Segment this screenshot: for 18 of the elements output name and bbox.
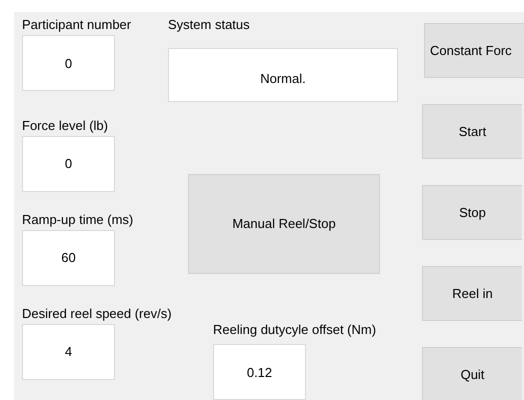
- action-button[interactable]: Reel in: [422, 266, 522, 321]
- status-label: System status: [168, 17, 250, 32]
- status-display: Normal.: [168, 48, 398, 102]
- field-label: Desired reel speed (rev/s): [22, 306, 172, 321]
- action-button[interactable]: Start: [422, 104, 522, 159]
- action-button[interactable]: Stop: [422, 185, 522, 240]
- field-label: Reeling dutycyle offset (Nm): [213, 322, 376, 337]
- input-field[interactable]: 0: [22, 35, 115, 91]
- input-field[interactable]: 4: [22, 324, 115, 380]
- input-field[interactable]: 0: [22, 136, 115, 192]
- action-button[interactable]: Constant Forc: [424, 23, 524, 78]
- field-label: Ramp-up time (ms): [22, 212, 134, 227]
- input-field[interactable]: 60: [22, 230, 115, 286]
- manual-reel-button[interactable]: Manual Reel/Stop: [188, 174, 380, 274]
- input-field[interactable]: 0.12: [213, 344, 306, 400]
- action-button[interactable]: Quit: [422, 347, 522, 400]
- field-label: Force level (lb): [22, 118, 108, 133]
- field-label: Participant number: [22, 17, 132, 32]
